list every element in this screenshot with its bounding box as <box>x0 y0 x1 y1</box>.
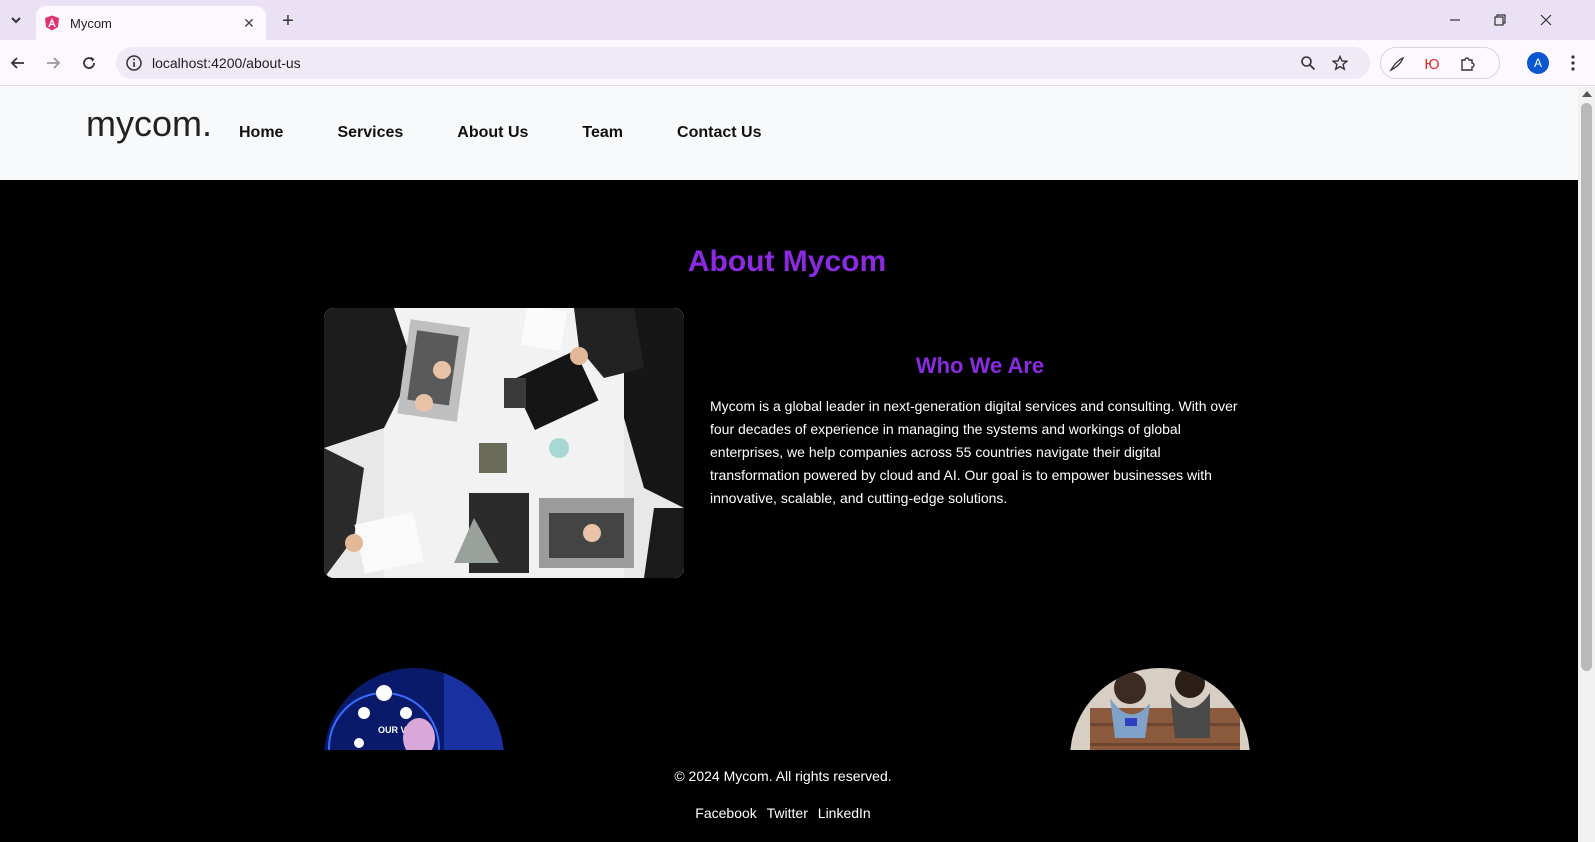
tab-strip: Mycom ✕ + <box>0 0 1595 40</box>
nav-team[interactable]: Team <box>582 124 623 142</box>
tab-title: Mycom <box>70 15 112 31</box>
linkedin-link[interactable]: LinkedIn <box>818 805 871 821</box>
nav-home[interactable]: Home <box>239 124 283 142</box>
reload-icon[interactable] <box>77 51 101 75</box>
scroll-up-arrow-icon[interactable] <box>1582 91 1592 97</box>
extension-cyrillic-icon[interactable]: Ю <box>1422 54 1442 74</box>
restore-icon[interactable] <box>1478 6 1522 34</box>
site-header: mycom. Home Services About Us Team Conta… <box>0 87 1578 180</box>
url-text: localhost:4200/about-us <box>152 55 301 71</box>
browser-menu-icon[interactable] <box>1563 52 1583 74</box>
site-logo[interactable]: mycom. <box>86 103 212 145</box>
scrollbar-thumb[interactable] <box>1581 103 1592 671</box>
minimize-icon[interactable] <box>1433 6 1477 34</box>
close-tab-icon[interactable]: ✕ <box>240 14 258 32</box>
back-arrow-icon[interactable] <box>6 51 30 75</box>
address-bar[interactable]: localhost:4200/about-us <box>116 47 1370 79</box>
nav-contact-us[interactable]: Contact Us <box>677 124 761 142</box>
team-meeting-image <box>324 308 684 578</box>
new-tab-plus-icon[interactable]: + <box>276 9 300 33</box>
site-info-icon[interactable] <box>124 53 144 73</box>
twitter-link[interactable]: Twitter <box>767 805 808 821</box>
facebook-link[interactable]: Facebook <box>695 805 756 821</box>
social-links: Facebook Twitter LinkedIn <box>0 805 1566 821</box>
browser-toolbar: localhost:4200/about-us Ю A <box>0 40 1595 86</box>
who-we-are-heading: Who We Are <box>915 353 1045 378</box>
who-we-are-text: Mycom is a global leader in next-generat… <box>710 398 1238 506</box>
zoom-icon[interactable] <box>1298 53 1318 73</box>
angular-icon <box>45 15 59 31</box>
copyright-text: © 2024 Mycom. All rights reserved. <box>674 768 892 784</box>
site-footer: © 2024 Mycom. All rights reserved. Faceb… <box>0 750 1578 842</box>
browser-tab[interactable]: Mycom ✕ <box>36 6 266 40</box>
page-viewport: mycom. Home Services About Us Team Conta… <box>0 87 1578 842</box>
vertical-scrollbar[interactable] <box>1578 87 1595 842</box>
tab-search-chevron-icon[interactable] <box>4 8 28 32</box>
page-title: About Mycom <box>687 245 887 278</box>
bookmark-star-icon[interactable] <box>1330 53 1350 73</box>
close-window-icon[interactable] <box>1524 6 1568 34</box>
extensions-puzzle-icon[interactable] <box>1457 54 1477 74</box>
extension-feather-icon[interactable] <box>1387 54 1407 74</box>
nav-about-us[interactable]: About Us <box>457 124 528 142</box>
forward-arrow-icon[interactable] <box>41 51 65 75</box>
extensions-group: Ю <box>1380 47 1500 79</box>
main-nav: Home Services About Us Team Contact Us <box>239 124 815 142</box>
nav-services[interactable]: Services <box>337 124 403 142</box>
profile-avatar[interactable]: A <box>1527 52 1549 74</box>
